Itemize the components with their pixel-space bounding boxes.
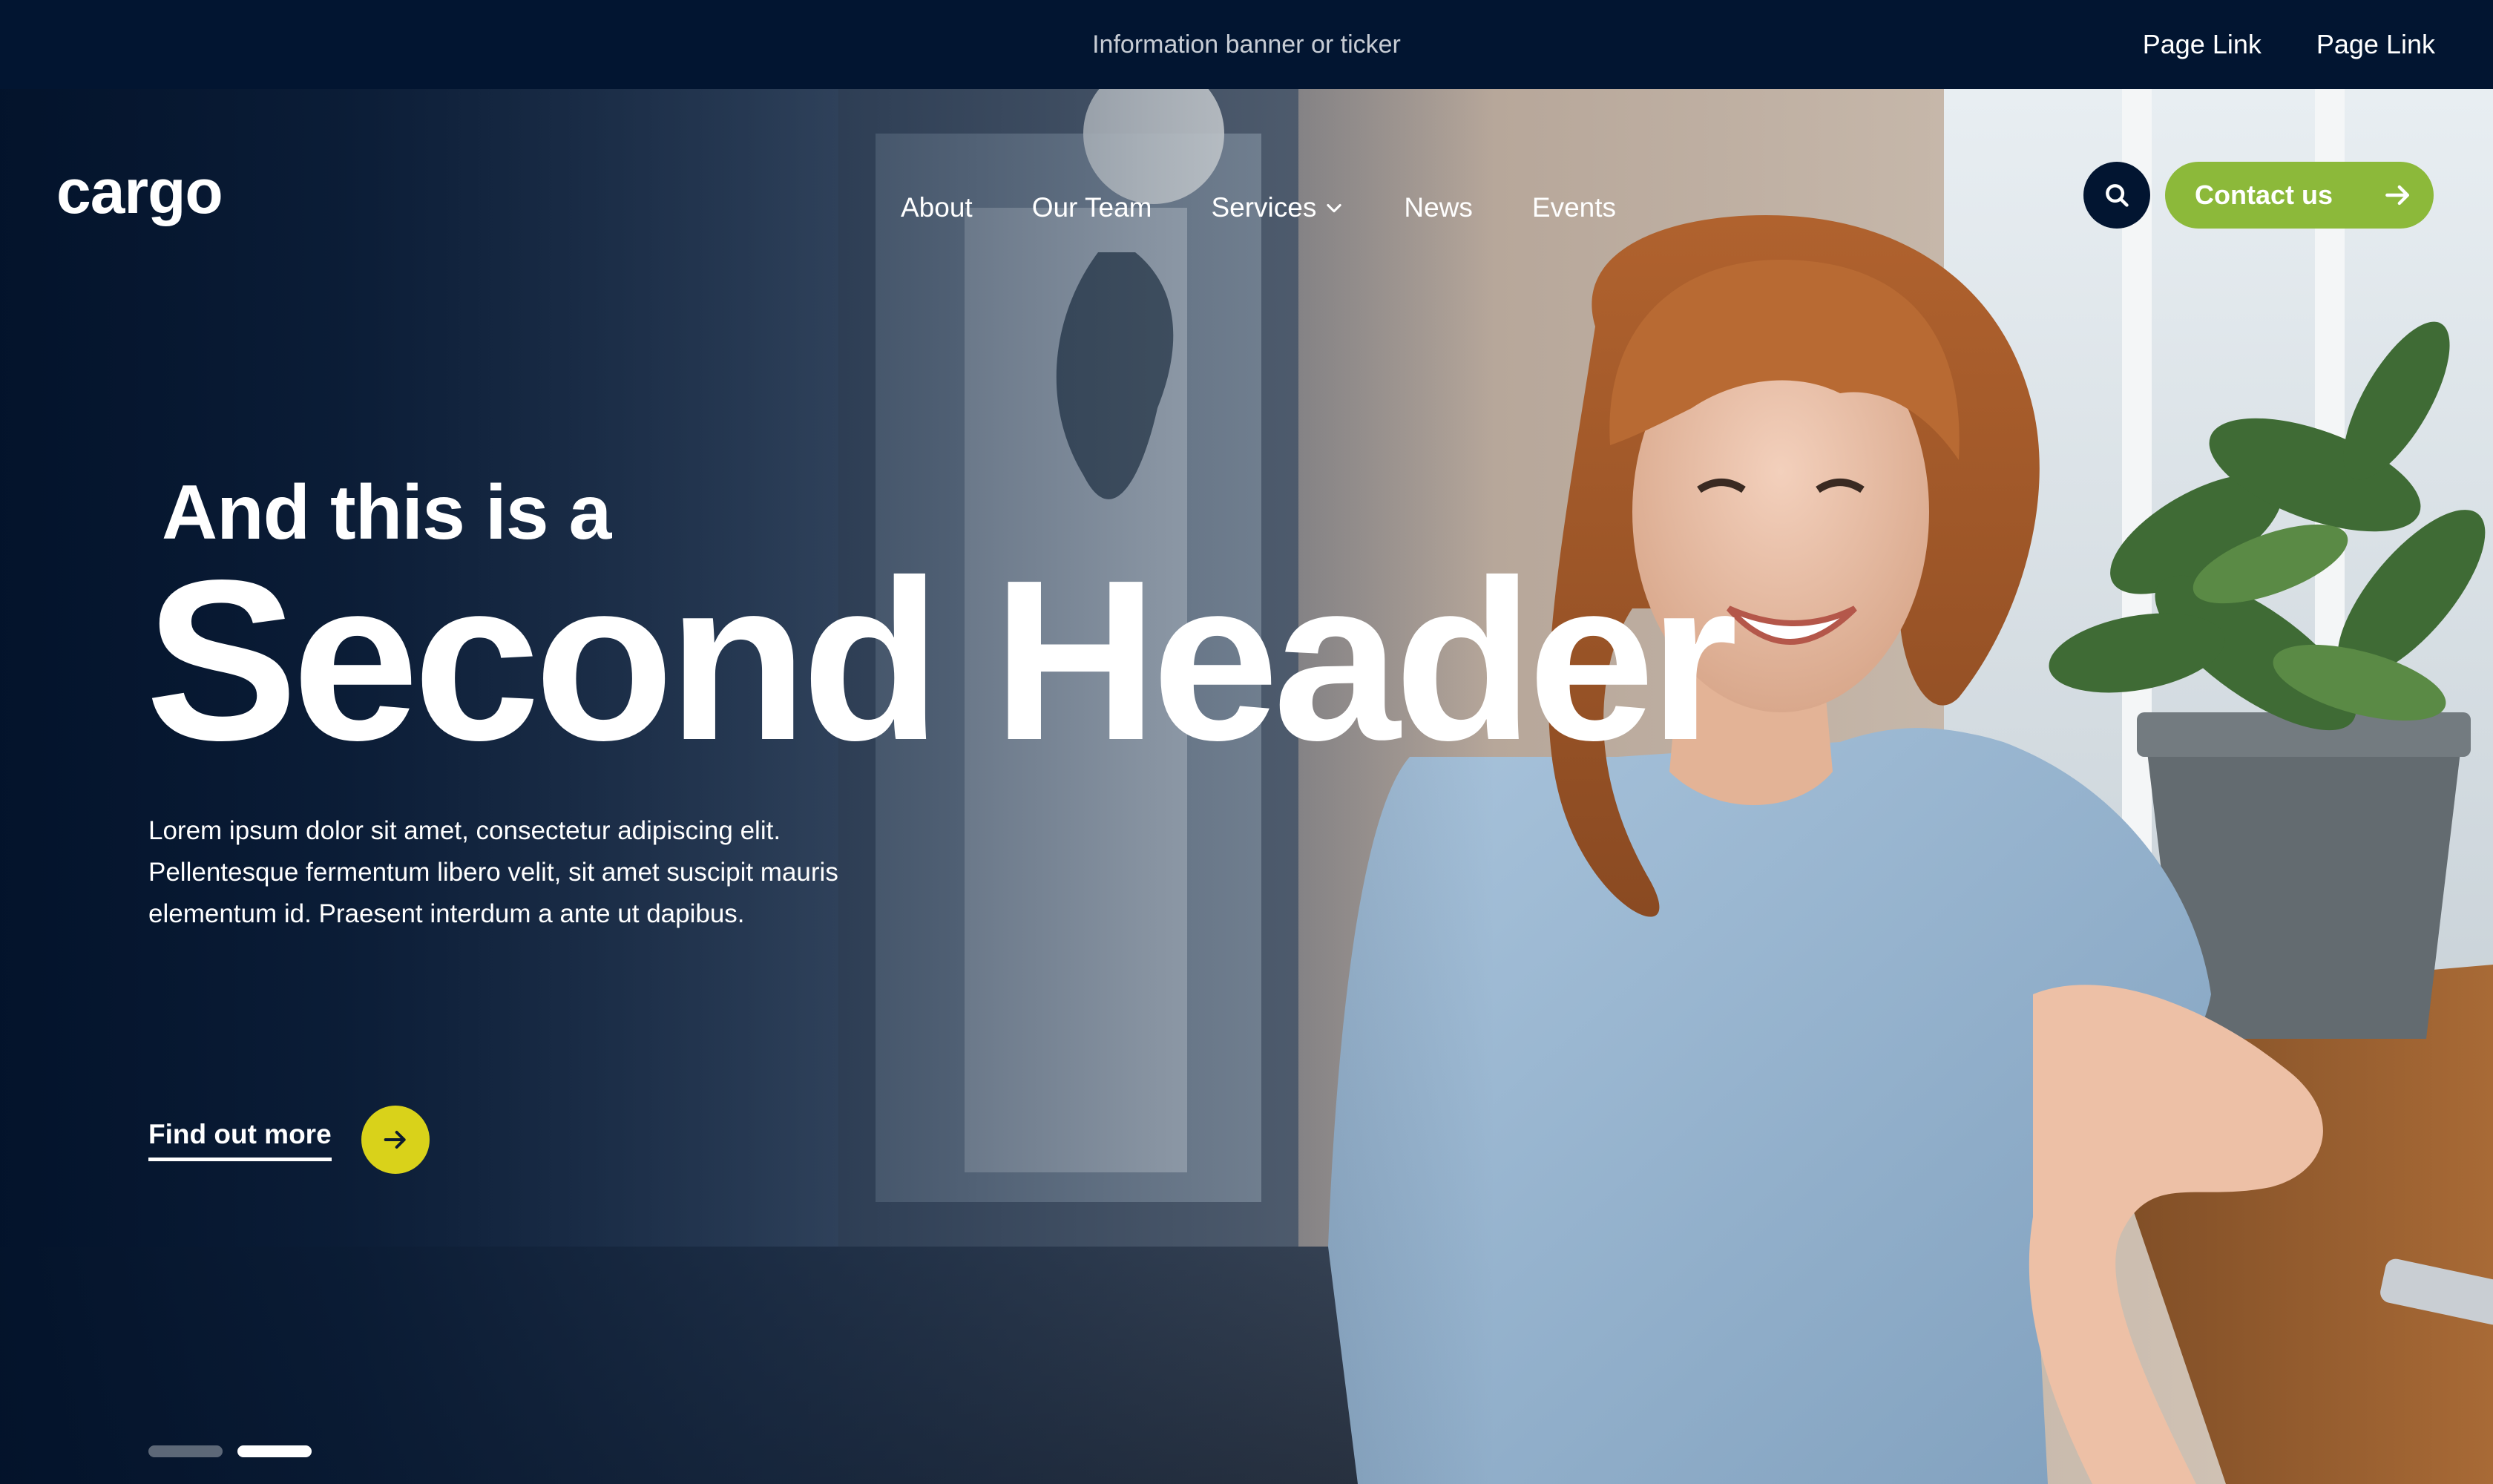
- main-nav: About Our Team Services News Events: [901, 177, 1616, 239]
- search-button[interactable]: [2083, 162, 2150, 229]
- nav-item-our-team[interactable]: Our Team: [1032, 192, 1152, 223]
- banner-ticker-text: Information banner or ticker: [1092, 30, 1401, 59]
- banner-links: Page Link Page Link: [2143, 0, 2435, 89]
- nav-item-label: About: [901, 192, 973, 223]
- slide-pager: [148, 1445, 312, 1457]
- arrow-right-icon: [2385, 185, 2410, 206]
- banner-page-link-1[interactable]: Page Link: [2143, 29, 2262, 60]
- info-banner: Information banner or ticker Page Link P…: [0, 0, 2493, 89]
- arrow-right-icon: [384, 1131, 406, 1149]
- slide-indicator-1[interactable]: [148, 1445, 223, 1457]
- nav-item-events[interactable]: Events: [1532, 192, 1616, 223]
- cta-arrow-circle[interactable]: [361, 1106, 430, 1174]
- find-out-more-button[interactable]: Find out more: [148, 1106, 430, 1174]
- nav-item-label: Our Team: [1031, 192, 1152, 223]
- hero-section: cargo About Our Team Services News Event…: [0, 89, 2493, 1484]
- hero-title: Second Header: [145, 533, 1738, 788]
- nav-item-label: Events: [1531, 192, 1617, 223]
- banner-page-link-2[interactable]: Page Link: [2316, 29, 2435, 60]
- hero-body-text: Lorem ipsum dolor sit amet, consectetur …: [148, 816, 838, 928]
- chevron-down-icon: [1327, 203, 1342, 213]
- logo[interactable]: cargo: [56, 156, 223, 228]
- nav-item-label: News: [1404, 192, 1473, 223]
- find-out-more-label: Find out more: [148, 1119, 332, 1161]
- contact-us-label: Contact us: [2195, 180, 2333, 210]
- nav-item-news[interactable]: News: [1404, 192, 1473, 223]
- contact-us-button[interactable]: Contact us: [2165, 162, 2434, 229]
- nav-item-label: Services: [1211, 192, 1317, 223]
- nav-item-about[interactable]: About: [901, 192, 973, 223]
- search-icon: [2106, 184, 2129, 207]
- nav-item-services[interactable]: Services: [1211, 192, 1344, 223]
- slide-indicator-2[interactable]: [237, 1445, 312, 1457]
